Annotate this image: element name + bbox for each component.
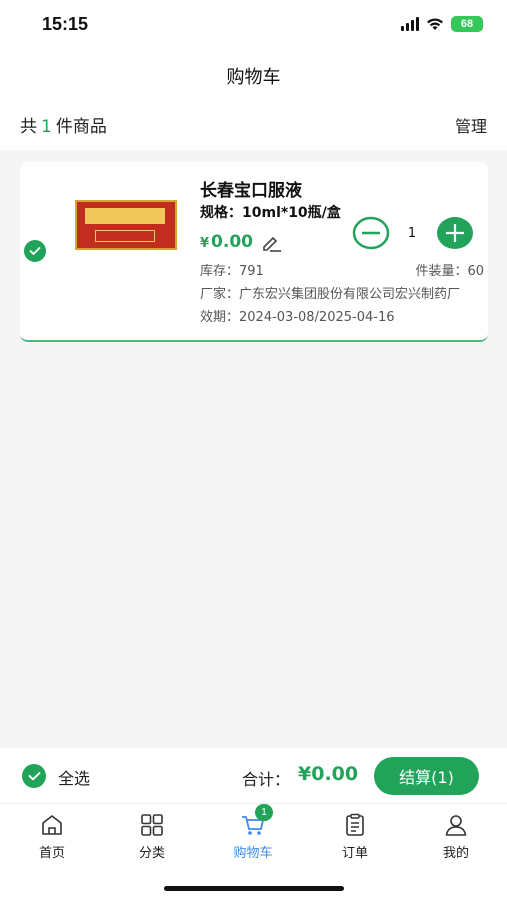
battery-icon: 68	[451, 16, 483, 32]
tab-home-label: 首页	[38, 846, 65, 861]
price-value: 0.00	[211, 232, 253, 252]
tab-category[interactable]: 分类	[117, 812, 187, 862]
page-title: 购物车	[226, 67, 281, 88]
select-all-checkbox[interactable]	[22, 764, 46, 788]
tab-cart-label: 购物车	[233, 846, 273, 861]
count-suffix: 件商品	[55, 117, 107, 137]
status-icons: 68	[401, 16, 483, 32]
expiry-text: 效期：2024-03-08/2025-04-16	[200, 310, 395, 325]
grid-icon	[141, 814, 163, 836]
manufacturer-text: 厂家：广东宏兴集团股份有限公司宏兴制药厂	[200, 287, 461, 302]
status-bar: 15:15 68	[0, 0, 507, 54]
cart-icon-wrap: 1	[240, 804, 273, 838]
total-label: 合计：	[242, 770, 291, 789]
tab-profile[interactable]: 我的	[421, 812, 491, 862]
product-price: ¥0.00	[200, 232, 253, 252]
user-icon	[445, 815, 467, 836]
quantity-value[interactable]: 1	[402, 226, 422, 241]
tab-home[interactable]: 首页	[17, 812, 87, 862]
home-icon	[42, 815, 62, 835]
check-icon	[28, 772, 40, 781]
decrease-quantity-button[interactable]	[352, 216, 390, 250]
select-all-label[interactable]: 全选	[58, 765, 90, 789]
tab-orders[interactable]: 订单	[320, 812, 390, 862]
home-indicator[interactable]	[164, 886, 344, 891]
check-icon	[29, 247, 41, 255]
count-prefix: 共	[20, 117, 37, 137]
checkout-button[interactable]: 结算(1)	[374, 757, 479, 795]
product-spec: 规格：10ml*10瓶/盒	[200, 205, 341, 221]
wifi-icon	[427, 18, 443, 30]
increase-quantity-button[interactable]	[436, 216, 474, 250]
pack-quantity-text: 件装量：60	[415, 264, 484, 279]
stock-text: 库存：791	[200, 264, 264, 279]
clipboard-icon	[346, 813, 364, 836]
item-checkbox[interactable]	[24, 240, 46, 262]
product-name[interactable]: 长春宝口服液	[200, 176, 302, 201]
cart-item-card: 长春宝口服液 规格：10ml*10瓶/盒 ¥0.00 1 库存：791 件装量：…	[20, 162, 488, 342]
manage-button[interactable]: 管理	[455, 113, 487, 137]
cart-summary-bar: 共 1 件商品 管理	[0, 98, 507, 150]
tab-orders-label: 订单	[341, 846, 368, 861]
edit-price-icon[interactable]	[260, 234, 282, 252]
signal-icon	[401, 17, 419, 31]
checkout-bar: 全选 合计： ¥0.00 结算(1)	[0, 748, 507, 804]
total-amount: ¥0.00	[298, 763, 359, 785]
price-symbol: ¥	[200, 236, 210, 251]
cart-badge: 1	[255, 804, 273, 821]
tab-cart[interactable]: 1 购物车	[218, 804, 288, 862]
status-time: 15:15	[42, 14, 89, 34]
count-number: 1	[41, 117, 52, 137]
tab-profile-label: 我的	[442, 846, 469, 861]
item-count: 共 1 件商品	[20, 112, 107, 137]
nav-bar: 购物车	[0, 54, 507, 98]
tab-category-label: 分类	[138, 846, 165, 861]
product-image[interactable]	[75, 200, 177, 250]
